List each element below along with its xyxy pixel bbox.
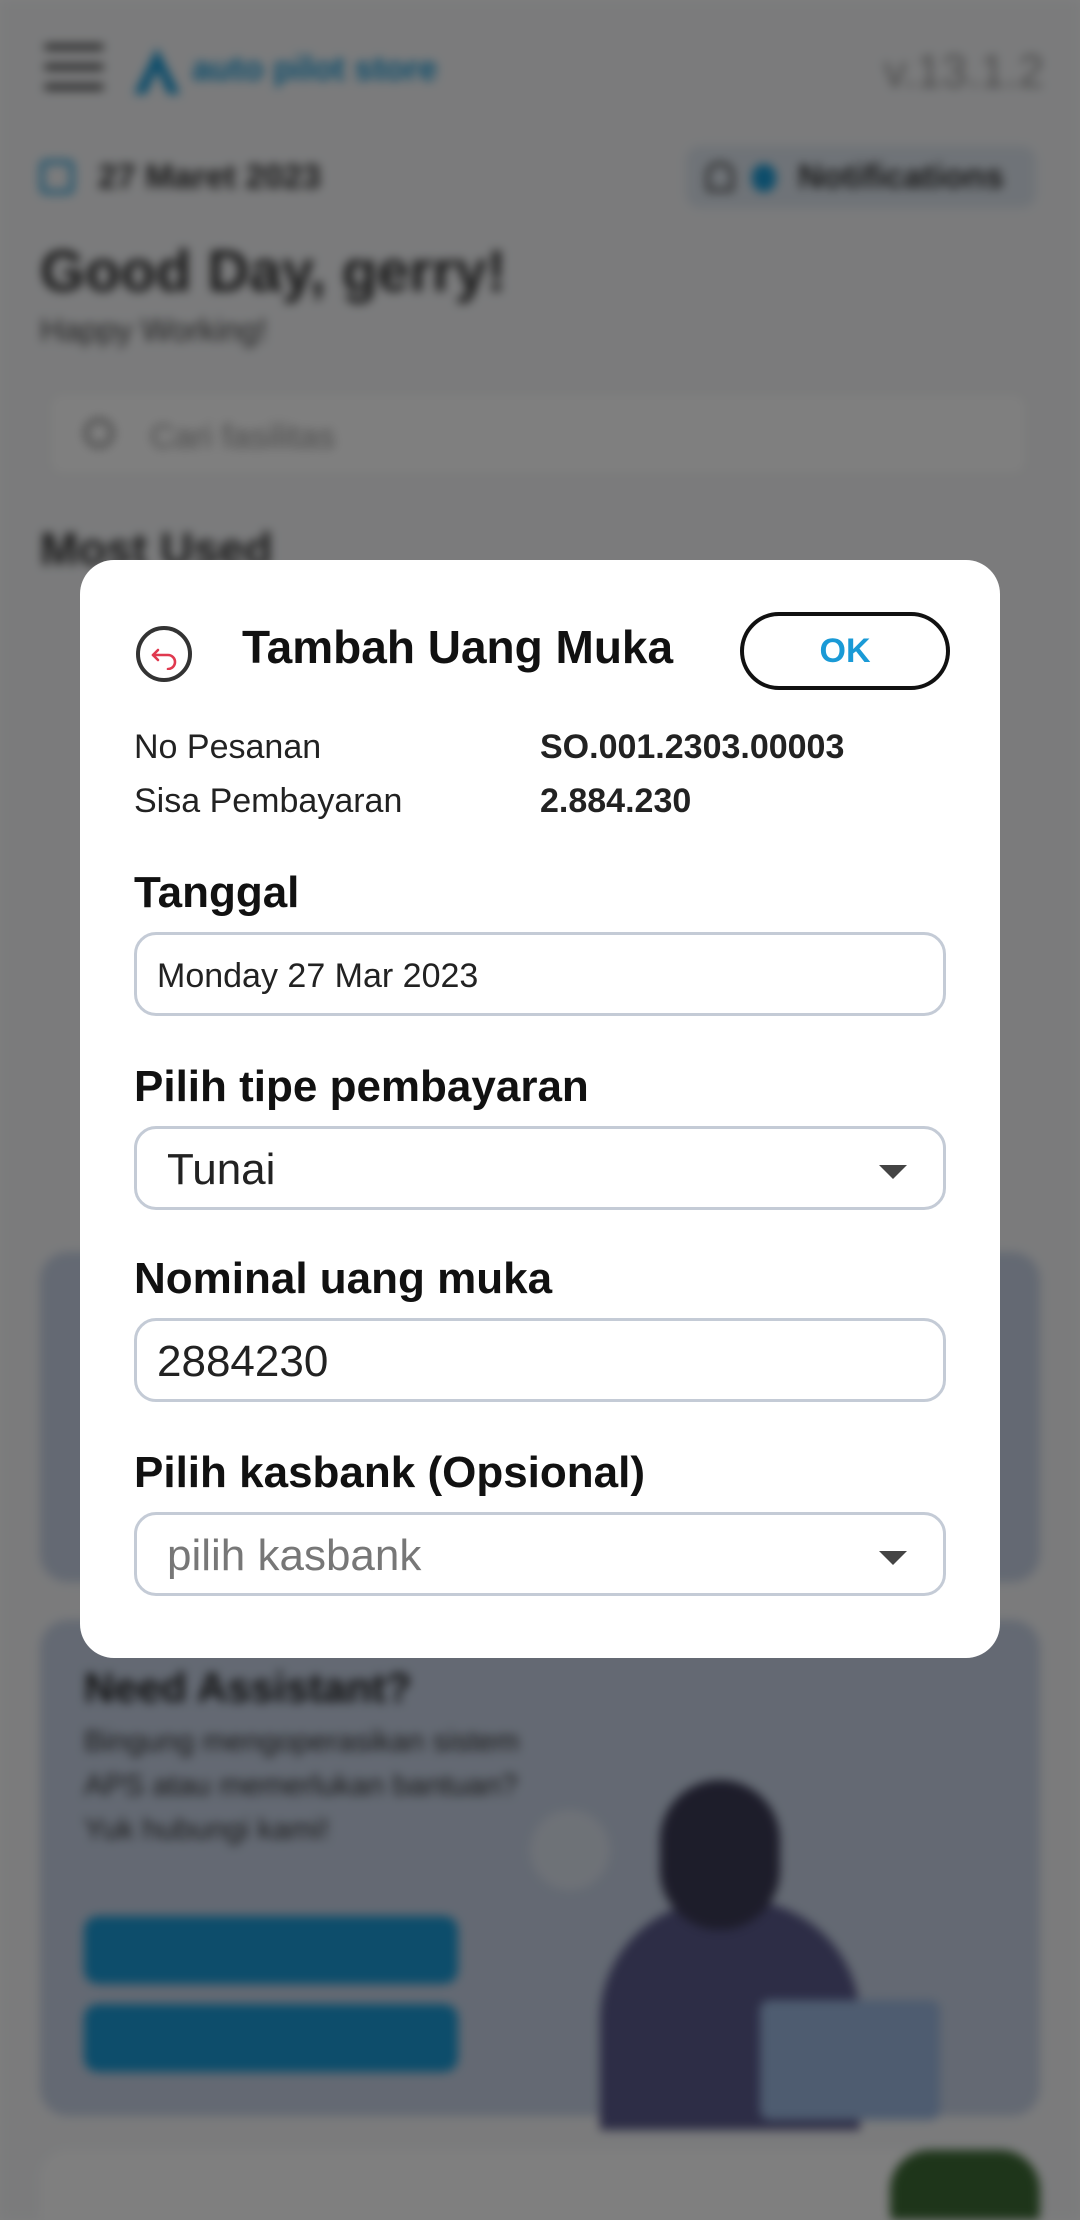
nominal-input[interactable]: 2884230 (134, 1318, 946, 1402)
order-number-value: SO.001.2303.00003 (540, 728, 845, 766)
date-label: Tanggal (134, 868, 300, 917)
payment-type-selected: Tunai (167, 1145, 276, 1194)
order-number-label: No Pesanan (134, 728, 322, 766)
date-field[interactable]: Monday 27 Mar 2023 (134, 932, 946, 1016)
ok-button[interactable]: OK (740, 612, 950, 690)
dropdown-caret-icon (879, 1551, 907, 1565)
kasbank-placeholder: pilih kasbank (167, 1531, 422, 1580)
remaining-payment-label: Sisa Pembayaran (134, 782, 403, 820)
payment-type-dropdown[interactable]: Tunai (134, 1126, 946, 1210)
kasbank-dropdown[interactable]: pilih kasbank (134, 1512, 946, 1596)
dialog-title: Tambah Uang Muka (242, 621, 674, 673)
nominal-input-value: 2884230 (157, 1337, 329, 1386)
date-field-value: Monday 27 Mar 2023 (157, 957, 479, 995)
dropdown-caret-icon (879, 1165, 907, 1179)
add-down-payment-dialog: Tambah Uang Muka OK No Pesanan SO.001.23… (80, 560, 1000, 1658)
undo-arrow-icon (151, 648, 177, 670)
payment-type-label: Pilih tipe pembayaran (134, 1062, 589, 1111)
remaining-payment-value: 2.884.230 (540, 782, 692, 820)
kasbank-label: Pilih kasbank (Opsional) (134, 1448, 646, 1497)
back-button[interactable] (136, 626, 192, 682)
nominal-label: Nominal uang muka (134, 1254, 553, 1303)
